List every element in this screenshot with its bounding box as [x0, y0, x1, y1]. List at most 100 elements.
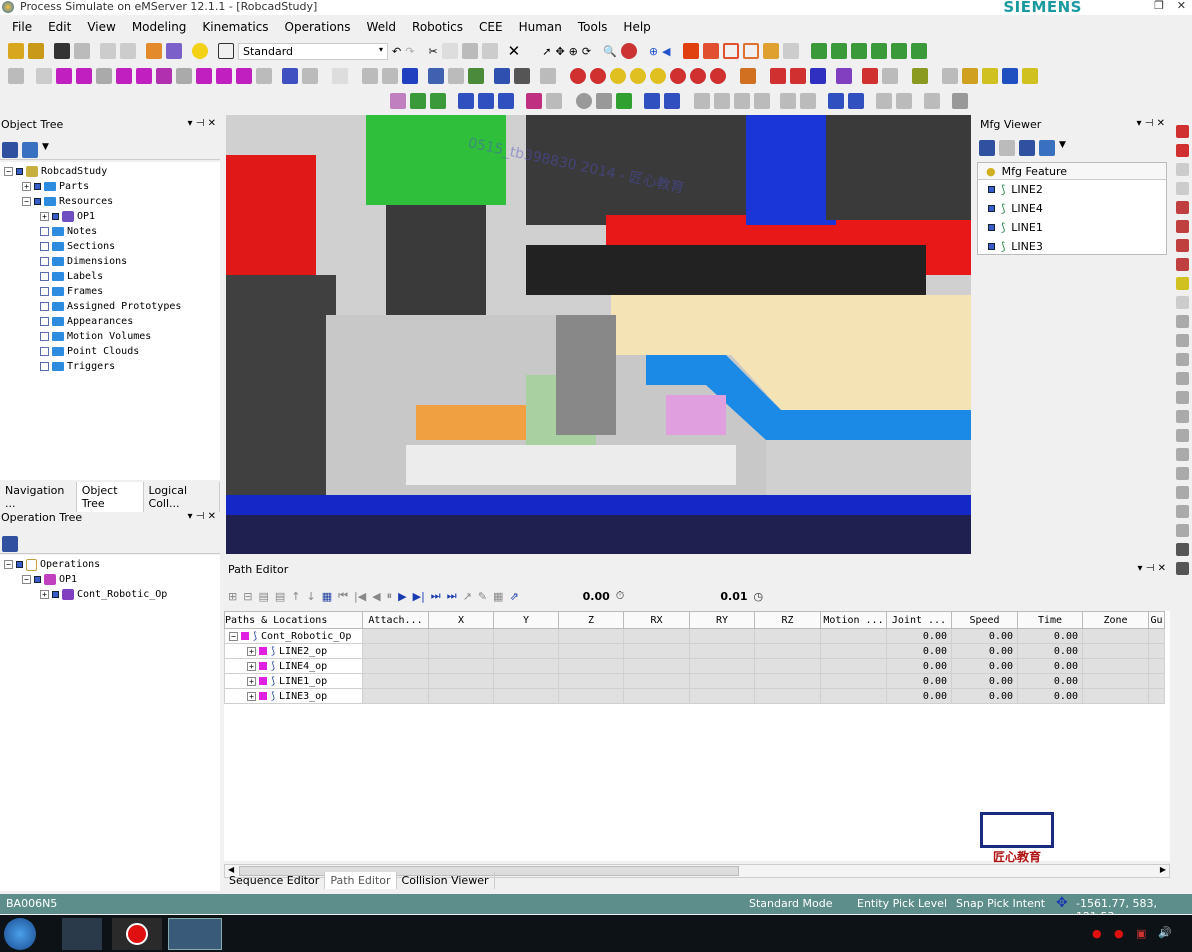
select-arrow-icon[interactable]: ➚	[542, 45, 551, 58]
col-gun[interactable]: Gu	[1148, 611, 1165, 629]
measure5-icon[interactable]	[1022, 68, 1038, 84]
section2-icon[interactable]	[714, 93, 730, 109]
center-icon[interactable]: ⊕	[649, 45, 658, 58]
play-icon[interactable]: ▶	[398, 590, 406, 603]
pick-icon[interactable]	[166, 43, 182, 59]
path-name-cell[interactable]: + ⟆ LINE2_op	[224, 643, 363, 659]
open-icon[interactable]	[8, 43, 24, 59]
tab-object-tree[interactable]: Object Tree	[76, 482, 144, 512]
location-icon[interactable]	[458, 93, 474, 109]
zoom-icon[interactable]: 🔍	[603, 45, 617, 58]
menu-tools[interactable]: Tools	[578, 20, 608, 34]
tool-icon[interactable]	[1175, 220, 1189, 233]
empty-cell[interactable]	[362, 643, 429, 659]
menu-human[interactable]: Human	[519, 20, 562, 34]
location3-icon[interactable]	[498, 93, 514, 109]
3d-viewport[interactable]: 0515_tb398830 2014 - 匠心教育	[226, 115, 971, 554]
empty-cell[interactable]	[493, 643, 559, 659]
paste-icon[interactable]: ▤	[275, 590, 285, 603]
path2-icon[interactable]	[302, 68, 318, 84]
zone-cell[interactable]	[1082, 688, 1149, 704]
tool-icon[interactable]	[1175, 505, 1189, 518]
solid-icon[interactable]	[682, 43, 699, 59]
device2-icon[interactable]	[382, 68, 398, 84]
sphere2-icon[interactable]	[596, 93, 612, 109]
wireframe-icon[interactable]	[722, 43, 739, 59]
undo-icon[interactable]: ↶	[392, 45, 401, 58]
empty-cell[interactable]	[820, 643, 887, 659]
tool-icon[interactable]	[1175, 163, 1189, 176]
speed-cell[interactable]: 0.00	[951, 688, 1018, 704]
resource5-icon[interactable]	[514, 68, 530, 84]
empty-cell[interactable]	[623, 688, 690, 704]
tree-item-frames[interactable]: Frames	[40, 284, 103, 299]
tool-icon[interactable]	[1175, 543, 1189, 556]
speed-cell[interactable]: 0.00	[951, 643, 1018, 659]
tab-sequence-editor[interactable]: Sequence Editor	[224, 872, 326, 889]
teach-icon[interactable]: ↗	[463, 590, 472, 603]
tree-item-parts[interactable]: + Parts	[22, 179, 89, 194]
curve4-icon[interactable]	[952, 93, 968, 109]
speed-cell[interactable]: 0.00	[951, 658, 1018, 674]
empty-cell[interactable]	[558, 688, 624, 704]
weld-point3-icon[interactable]	[610, 68, 626, 84]
resource3-icon[interactable]	[468, 68, 484, 84]
zoom-fit-icon[interactable]	[620, 43, 637, 59]
empty-cell[interactable]	[820, 673, 887, 689]
joint-cell[interactable]: 0.00	[886, 688, 952, 704]
zone-cell[interactable]	[1082, 628, 1149, 644]
menu-weld[interactable]: Weld	[367, 20, 397, 34]
empty-cell[interactable]	[623, 628, 690, 644]
resource6-icon[interactable]	[540, 68, 556, 84]
jump-end-icon[interactable]: ⏭	[447, 589, 457, 603]
empty-cell[interactable]	[558, 658, 624, 674]
point-icon[interactable]	[176, 68, 192, 84]
robot3-icon[interactable]	[116, 68, 132, 84]
tree-item-triggers[interactable]: Triggers	[40, 359, 115, 374]
view-front-icon[interactable]	[810, 43, 827, 59]
rename-icon[interactable]	[481, 43, 498, 59]
network-tray-icon[interactable]: ▣	[1136, 927, 1146, 940]
teach-icon[interactable]	[256, 68, 272, 84]
col-speed[interactable]: Speed	[951, 611, 1018, 629]
path-row[interactable]: + ⟆ LINE2_op 0.00 0.00 0.00	[224, 643, 1165, 659]
empty-cell[interactable]	[623, 673, 690, 689]
measure4-icon[interactable]	[1002, 68, 1018, 84]
detach-icon[interactable]	[862, 68, 878, 84]
flag-icon[interactable]	[740, 68, 756, 84]
collision2-icon[interactable]	[790, 68, 806, 84]
tool-icon[interactable]	[1175, 239, 1189, 252]
teach2-icon[interactable]	[430, 93, 446, 109]
step-forward-icon[interactable]: ▶|	[413, 590, 425, 603]
empty-cell[interactable]	[493, 673, 559, 689]
path-row[interactable]: − ⟆ Cont_Robotic_Op 0.00 0.00 0.00	[224, 628, 1165, 644]
robot5-icon[interactable]	[156, 68, 172, 84]
device3-icon[interactable]	[402, 68, 418, 84]
section3-icon[interactable]	[734, 93, 750, 109]
zone-cell[interactable]	[1082, 658, 1149, 674]
tool-icon[interactable]	[1175, 334, 1189, 347]
transparent-icon[interactable]	[782, 43, 799, 59]
weld-point4-icon[interactable]	[670, 68, 686, 84]
col-z[interactable]: Z	[558, 611, 624, 629]
kinematics-icon[interactable]	[912, 68, 928, 84]
menu-cee[interactable]: CEE	[479, 20, 503, 34]
panel-controls[interactable]: ▾ ⊣ ✕	[188, 118, 216, 129]
robot8-icon[interactable]	[236, 68, 252, 84]
time-cell[interactable]: 0.00	[1017, 658, 1083, 674]
col-joint[interactable]: Joint ...	[886, 611, 952, 629]
tree-item-resources[interactable]: − Resources	[22, 194, 113, 209]
tool-icon[interactable]	[1175, 315, 1189, 328]
tree-item-cont-robotic-op[interactable]: + Cont_Robotic_Op	[40, 587, 167, 602]
section4-icon[interactable]	[754, 93, 770, 109]
view-left-icon[interactable]	[850, 43, 867, 59]
tab-collision-viewer[interactable]: Collision Viewer	[397, 872, 495, 889]
taskbar-app-explorer[interactable]	[62, 918, 102, 950]
menu-help[interactable]: Help	[623, 20, 650, 34]
path-row[interactable]: + ⟆ LINE4_op 0.00 0.00 0.00	[224, 658, 1165, 674]
path-row[interactable]: + ⟆ LINE3_op 0.00 0.00 0.00	[224, 688, 1165, 704]
columns-icon[interactable]	[2, 536, 18, 552]
tree-item-root[interactable]: − RobcadStudy	[4, 164, 107, 179]
delete-icon[interactable]: ✕	[508, 42, 521, 60]
grid-icon[interactable]	[644, 93, 660, 109]
